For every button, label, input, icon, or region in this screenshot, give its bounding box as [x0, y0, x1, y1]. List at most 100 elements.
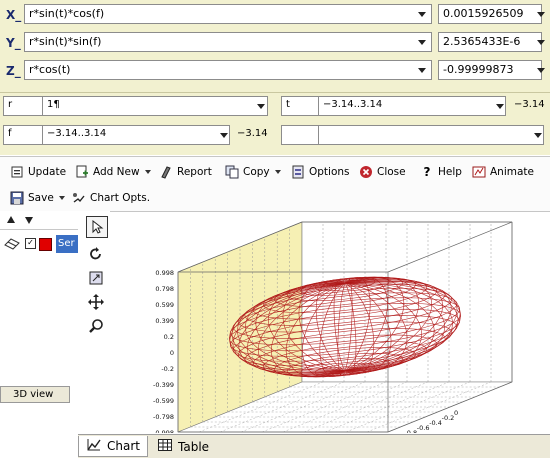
chevron-down-icon[interactable]	[220, 133, 228, 138]
chevron-down-icon[interactable]	[418, 12, 426, 17]
toolbar: Update Add New Report Copy Options Close…	[0, 156, 550, 212]
options-button[interactable]: Options	[291, 163, 350, 181]
y-tick-label: -0.6	[417, 424, 430, 432]
equation-panel: X_ r*sin(t)*cos(f) 0.0015926509 Y_ r*sin…	[0, 0, 550, 92]
update-icon	[10, 165, 24, 179]
tab-3d-view[interactable]: 3D view	[0, 386, 70, 403]
close-button[interactable]: Close	[359, 163, 406, 181]
t-range-input[interactable]: −3.14..3.14	[318, 96, 506, 116]
move-up-icon[interactable]	[6, 215, 16, 228]
copy-button[interactable]: Copy	[225, 163, 281, 181]
z-tick-label: 0	[170, 349, 174, 357]
add-icon	[75, 165, 89, 179]
y-tick-label: -0.2	[442, 414, 455, 422]
y-expression-input[interactable]: r*sin(t)*sin(f)	[24, 32, 432, 52]
zoom-icon[interactable]	[86, 316, 106, 336]
f-current-value: −3.14	[237, 128, 268, 139]
chevron-down-icon[interactable]	[418, 68, 426, 73]
resize-icon[interactable]	[86, 268, 106, 288]
chevron-down-icon[interactable]	[257, 104, 265, 109]
z-tick-label: -0.599	[153, 397, 174, 405]
save-label: Save	[28, 192, 54, 204]
z-equation-label: Z_	[6, 64, 21, 78]
options-icon	[291, 165, 305, 179]
x-value-field: 0.0015926509	[438, 4, 542, 24]
chart-icon	[87, 438, 101, 454]
help-button[interactable]: ? Help	[420, 163, 462, 181]
y-equation-label: Y_	[6, 36, 21, 50]
z-tick-label: -0.2	[161, 365, 174, 373]
empty-param-name	[281, 125, 319, 145]
chart-3d[interactable]: 0.9980.7980.5990.3990.20-0.2-0.399-0.599…	[110, 211, 548, 433]
chevron-down-icon[interactable]	[496, 104, 504, 109]
chevron-down-icon	[58, 196, 65, 200]
close-label: Close	[377, 166, 406, 178]
t-param-name: t	[281, 96, 319, 116]
animate-button[interactable]: Animate	[472, 163, 534, 181]
rotate-icon[interactable]	[86, 244, 106, 264]
f-range-input[interactable]: −3.14..3.14	[42, 125, 230, 145]
series-visible-checkbox[interactable]: ✓	[25, 238, 36, 249]
y-value-field: 2.5365433E-6	[438, 32, 542, 52]
tab-chart[interactable]: Chart	[78, 436, 148, 457]
pointer-icon[interactable]	[86, 216, 108, 238]
table-icon	[158, 439, 172, 454]
add-new-button[interactable]: Add New	[75, 163, 151, 181]
tab-table[interactable]: Table	[150, 436, 230, 457]
y-tick-label: -0.8	[404, 429, 417, 433]
z-tick-label: -0.798	[153, 413, 174, 421]
update-button[interactable]: Update	[10, 163, 66, 181]
x-expression-input[interactable]: r*sin(t)*cos(f)	[24, 4, 432, 24]
x-equation-label: X_	[6, 8, 22, 22]
report-label: Report	[177, 166, 212, 178]
save-icon	[10, 191, 24, 205]
chart-opts-label: Chart Opts.	[90, 192, 151, 204]
z-tick-label: 0.2	[164, 333, 174, 341]
chevron-down-icon	[144, 170, 151, 174]
chevron-down-icon[interactable]	[537, 40, 545, 45]
report-icon	[159, 165, 173, 179]
z-tick-label: -0.399	[153, 381, 174, 389]
chart-opts-button[interactable]: Chart Opts.	[72, 189, 150, 207]
move-down-icon[interactable]	[24, 215, 34, 228]
z-tick-label: -0.998	[153, 429, 174, 433]
r-param-value-input[interactable]: 1¶	[42, 96, 268, 116]
f-param-name: f	[3, 125, 43, 145]
chevron-down-icon[interactable]	[418, 40, 426, 45]
chart-tools	[78, 211, 110, 431]
empty-param-input[interactable]	[318, 125, 544, 145]
help-icon: ?	[423, 165, 431, 179]
add-new-label: Add New	[93, 166, 140, 178]
help-label: Help	[438, 166, 462, 178]
chevron-down-icon[interactable]	[537, 12, 545, 17]
options-label: Options	[309, 166, 350, 178]
copy-icon	[225, 165, 239, 179]
chevron-down-icon[interactable]	[534, 133, 542, 138]
y-tick-label: 0	[454, 409, 458, 417]
chevron-down-icon	[274, 170, 281, 174]
series-item-label[interactable]: Ser	[56, 235, 78, 253]
chart-options-icon	[72, 191, 86, 205]
parameter-panel: r 1¶ t −3.14..3.14 −3.14 f −3.14..3.14 −…	[0, 92, 550, 155]
z-tick-label: 0.798	[155, 285, 174, 293]
r-param-name: r	[3, 96, 43, 116]
move-icon[interactable]	[86, 292, 106, 312]
z-expression-input[interactable]: r*cos(t)	[24, 60, 432, 80]
animate-icon	[472, 165, 486, 179]
tab-table-label: Table	[178, 439, 210, 454]
z-value-field: -0.99999873	[438, 60, 542, 80]
report-button[interactable]: Report	[159, 163, 212, 181]
divider	[0, 229, 78, 230]
surface-icon	[4, 236, 20, 253]
chevron-down-icon[interactable]	[537, 68, 545, 73]
t-current-value: −3.14	[514, 99, 545, 110]
z-tick-label: 0.998	[155, 269, 174, 277]
series-color-swatch[interactable]	[39, 238, 52, 251]
z-tick-label: 0.399	[155, 317, 174, 325]
save-button[interactable]: Save	[10, 189, 65, 207]
series-panel: ✓ Ser 3D view	[0, 211, 79, 407]
close-icon	[359, 165, 373, 179]
tab-chart-label: Chart	[107, 439, 140, 453]
copy-label: Copy	[243, 166, 270, 178]
animate-label: Animate	[490, 166, 534, 178]
